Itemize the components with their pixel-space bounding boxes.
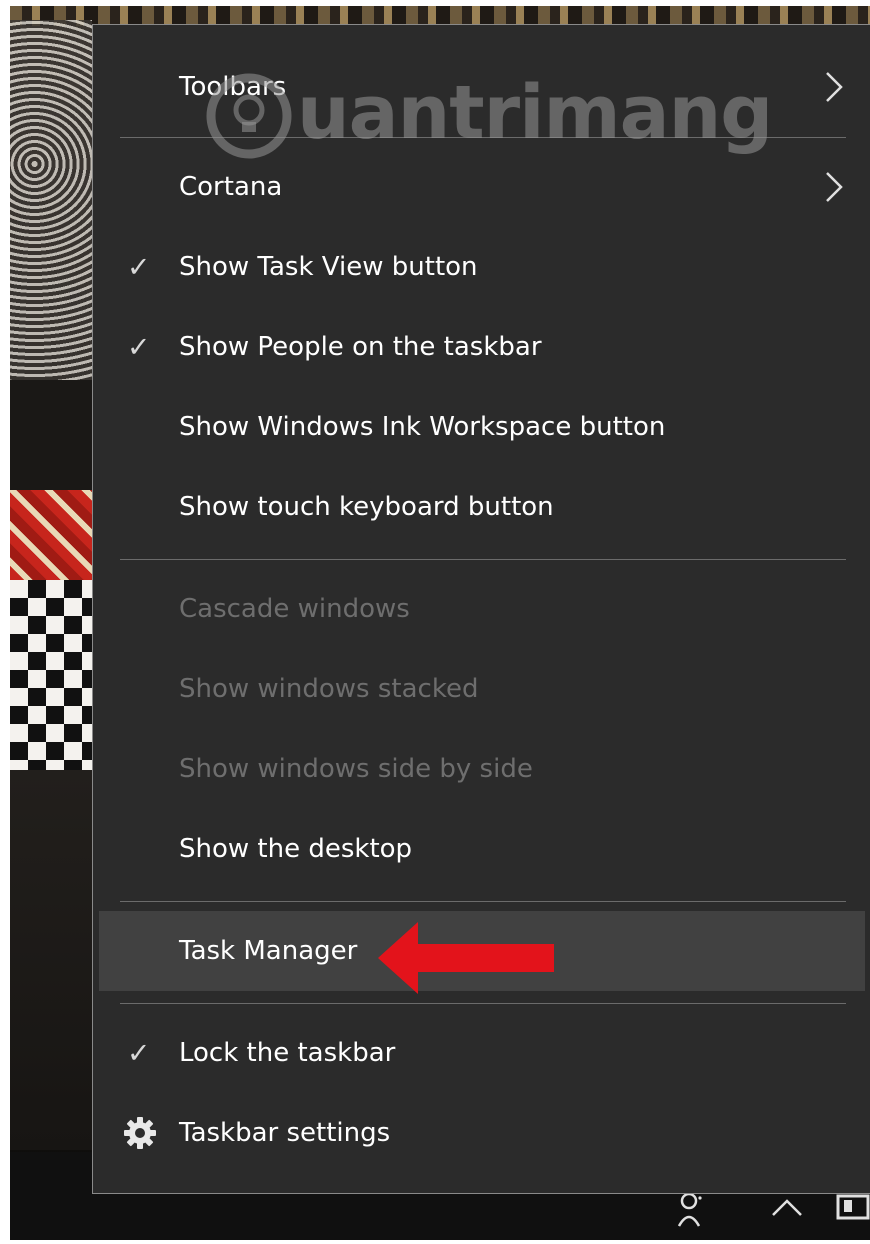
menu-item-show-ink-workspace[interactable]: Show Windows Ink Workspace button	[93, 387, 869, 467]
menu-separator	[120, 1003, 846, 1004]
red-arrow-icon	[378, 922, 554, 994]
menu-separator	[120, 901, 846, 902]
wallpaper-pattern	[10, 6, 870, 26]
menu-separator	[120, 137, 846, 138]
checkmark-icon: ✓	[127, 1036, 151, 1070]
menu-item-label: Task Manager	[179, 936, 358, 966]
menu-item-label: Lock the taskbar	[179, 1038, 396, 1068]
chevron-up-icon[interactable]	[770, 1196, 804, 1222]
wallpaper-bottom	[10, 770, 92, 1150]
menu-item-cascade-windows: Cascade windows	[93, 569, 869, 649]
menu-item-label: Cascade windows	[179, 594, 410, 624]
action-center-icon[interactable]	[836, 1192, 870, 1227]
menu-item-label: Show windows side by side	[179, 754, 533, 784]
wallpaper-red	[10, 490, 92, 580]
menu-item-label: Toolbars	[179, 72, 287, 102]
menu-item-lock-taskbar[interactable]: ✓ Lock the taskbar	[93, 1013, 869, 1093]
menu-item-label: Show People on the taskbar	[179, 332, 542, 362]
wallpaper-lace	[10, 20, 92, 380]
menu-item-show-people[interactable]: ✓ Show People on the taskbar	[93, 307, 869, 387]
gear-icon	[124, 1117, 156, 1149]
checkmark-icon: ✓	[127, 250, 151, 284]
wallpaper-dark	[10, 380, 92, 490]
menu-item-toolbars[interactable]: Toolbars	[93, 47, 869, 127]
menu-item-label: Show Windows Ink Workspace button	[179, 412, 666, 442]
menu-item-label: Show windows stacked	[179, 674, 479, 704]
wallpaper-checker	[10, 580, 92, 770]
menu-separator	[120, 559, 846, 560]
chevron-right-icon	[826, 172, 843, 202]
menu-item-show-windows-stacked: Show windows stacked	[93, 649, 869, 729]
taskbar-context-menu: Toolbars Cortana ✓ Show Task View button…	[92, 24, 870, 1194]
menu-item-show-desktop[interactable]: Show the desktop	[93, 809, 869, 889]
menu-item-cortana[interactable]: Cortana	[93, 147, 869, 227]
menu-item-label: Show touch keyboard button	[179, 492, 554, 522]
menu-item-show-touch-keyboard[interactable]: Show touch keyboard button	[93, 467, 869, 547]
menu-item-label: Taskbar settings	[179, 1118, 391, 1148]
menu-item-show-windows-side-by-side: Show windows side by side	[93, 729, 869, 809]
menu-item-taskbar-settings[interactable]: Taskbar settings	[93, 1093, 869, 1173]
chevron-right-icon	[826, 72, 843, 102]
menu-item-show-task-view[interactable]: ✓ Show Task View button	[93, 227, 869, 307]
menu-item-label: Show the desktop	[179, 834, 413, 864]
menu-item-label: Show Task View button	[179, 252, 478, 282]
menu-item-label: Cortana	[179, 172, 283, 202]
checkmark-icon: ✓	[127, 330, 151, 364]
people-icon[interactable]	[677, 1192, 704, 1233]
